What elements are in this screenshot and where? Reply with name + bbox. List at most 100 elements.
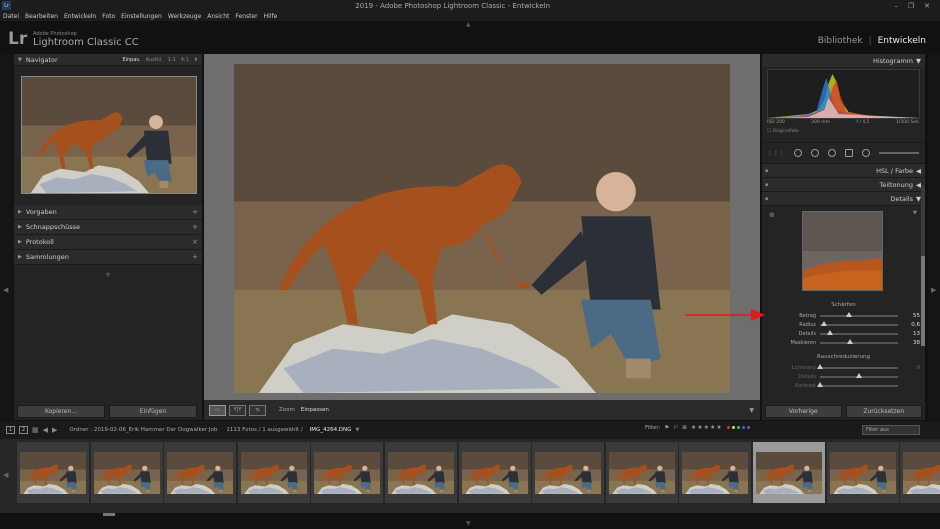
panel-toggle-icon[interactable]: ▪: [765, 182, 768, 188]
expand-triangle-icon[interactable]: ▶: [18, 254, 22, 260]
collapse-triangle-icon[interactable]: ▼: [18, 57, 22, 63]
before-after-icon[interactable]: Y|Y: [229, 404, 246, 416]
maximize-icon[interactable]: ❐: [908, 2, 914, 10]
spot-removal-icon[interactable]: [811, 149, 819, 157]
menu-hilfe[interactable]: Hilfe: [264, 13, 278, 20]
minimize-icon[interactable]: –: [894, 2, 898, 10]
zoom-4-1[interactable]: 4:1: [181, 57, 189, 63]
reset-button[interactable]: Zurücksetzen: [845, 404, 922, 418]
slider-track[interactable]: [820, 311, 898, 317]
filmstrip-thumbnail[interactable]: [90, 442, 163, 503]
copy-button[interactable]: Kopieren...: [17, 404, 105, 418]
second-window-icon[interactable]: 2: [19, 426, 28, 434]
slider-track[interactable]: [820, 372, 898, 378]
grid-view-icon[interactable]: ▦: [32, 426, 39, 434]
filmstrip-thumbnail[interactable]: [605, 442, 678, 503]
left-edge-bar[interactable]: ◀: [0, 54, 13, 420]
panel-toggle-icon[interactable]: ▪: [765, 196, 768, 202]
filmstrip-left-icon[interactable]: ◀: [3, 471, 8, 479]
original-photo-checkbox[interactable]: ☐ Originalfoto: [767, 129, 799, 134]
section-schnappschuesse[interactable]: ▶ Schnappschüsse +: [14, 220, 202, 235]
radial-filter-icon[interactable]: [862, 149, 870, 157]
slider-thumb[interactable]: [845, 311, 852, 317]
slider-thumb[interactable]: [846, 338, 853, 344]
brush-slider[interactable]: [879, 152, 919, 154]
section-protokoll[interactable]: ▶ Protokoll ×: [14, 235, 202, 250]
expand-triangle-icon[interactable]: ◀: [916, 167, 921, 175]
flag-filter-icon[interactable]: ⚑: [664, 425, 669, 431]
filmstrip-thumbnail[interactable]: [532, 442, 605, 503]
slider-value[interactable]: 13: [898, 331, 920, 337]
detail-target-icon[interactable]: ⊕: [769, 211, 775, 219]
navigator-preview[interactable]: [21, 76, 197, 194]
section-teiltonung[interactable]: ▪ Teiltonung ◀: [762, 178, 925, 192]
previous-button[interactable]: Vorherige: [765, 404, 842, 418]
slider-track[interactable]: [817, 381, 898, 387]
back-arrow-icon[interactable]: ◀: [43, 426, 48, 434]
zoom-stepper-icon[interactable]: ⬍: [194, 57, 198, 63]
slider-track[interactable]: [820, 320, 898, 326]
zoom-fill[interactable]: Ausfül.: [146, 57, 163, 63]
section-details[interactable]: ▪ Details ▼: [762, 192, 925, 206]
slider-track[interactable]: [817, 363, 898, 369]
detail-preview-toggle-icon[interactable]: ▼: [913, 210, 917, 216]
expand-triangle-icon[interactable]: ▶: [18, 224, 22, 230]
histogram-header[interactable]: Histogramm ▼: [762, 54, 925, 67]
menu-entwickeln[interactable]: Entwickeln: [64, 13, 96, 20]
slider-thumb[interactable]: [817, 381, 823, 387]
filmstrip-thumbnail[interactable]: [900, 442, 940, 503]
before-after-toggle-icon[interactable]: ⇆: [249, 404, 266, 416]
slider-thumb[interactable]: [820, 320, 827, 326]
menu-einstellungen[interactable]: Einstellungen: [121, 13, 162, 20]
expand-triangle-icon[interactable]: ▶: [18, 209, 22, 215]
filmstrip-thumbnail[interactable]: [237, 442, 310, 503]
filmstrip-thumbnail[interactable]: [679, 442, 752, 503]
main-window-icon[interactable]: 1: [6, 426, 15, 434]
filmstrip-thumbnail[interactable]: [17, 442, 89, 503]
navigator-header[interactable]: ▼ Navigator Einpas. Ausfül. 1:1 4:1 ⬍: [14, 54, 202, 66]
zoom-1-1[interactable]: 1:1: [168, 57, 176, 63]
section-vorgaben[interactable]: ▶ Vorgaben +: [14, 205, 202, 220]
filmstrip-thumbnail[interactable]: [826, 442, 899, 503]
collapse-triangle-icon[interactable]: ▼: [916, 57, 921, 65]
menu-fenster[interactable]: Fenster: [235, 13, 257, 20]
loupe-view-icon[interactable]: ▭: [209, 404, 226, 416]
histogram[interactable]: [767, 69, 920, 119]
graduated-filter-icon[interactable]: [845, 149, 853, 157]
menu-foto[interactable]: Foto: [102, 13, 115, 20]
add-icon[interactable]: +: [192, 223, 198, 231]
add-icon[interactable]: +: [192, 253, 198, 261]
red-eye-icon[interactable]: [828, 149, 836, 157]
menu-werkzeuge[interactable]: Werkzeuge: [168, 13, 201, 20]
yellow-label-icon[interactable]: [731, 426, 735, 429]
filmstrip-thumbnail[interactable]: [385, 442, 457, 503]
module-entwickeln[interactable]: Entwickeln: [878, 36, 926, 46]
red-label-icon[interactable]: [726, 426, 730, 429]
filmstrip-thumbnail[interactable]: [753, 442, 825, 503]
paste-button[interactable]: Einfügen: [109, 404, 197, 418]
slider-thumb[interactable]: [817, 363, 823, 369]
top-panel-toggle-icon[interactable]: ▲: [466, 21, 471, 28]
slider-value[interactable]: 55: [898, 313, 920, 319]
slider-thumb[interactable]: [856, 372, 862, 378]
slider-value[interactable]: 0: [898, 365, 921, 371]
filmstrip-thumbnail[interactable]: [311, 442, 384, 503]
right-panel-toggle-icon[interactable]: ▶: [931, 286, 936, 294]
menu-ansicht[interactable]: Ansicht: [207, 13, 229, 20]
current-file[interactable]: IMG_4264.DNG: [310, 427, 352, 433]
slider-value[interactable]: 38: [898, 340, 920, 346]
reject-filter-icon[interactable]: ⊠: [682, 425, 687, 431]
filmstrip-thumbnail[interactable]: [164, 442, 237, 503]
color-label-filter[interactable]: [726, 426, 750, 429]
left-panel-toggle-icon[interactable]: ◀: [3, 286, 8, 294]
main-photo[interactable]: [234, 64, 730, 393]
purple-label-icon[interactable]: [746, 426, 750, 429]
right-edge-bar[interactable]: ▶: [928, 54, 940, 420]
green-label-icon[interactable]: [736, 426, 740, 429]
slider-track[interactable]: [820, 338, 898, 344]
module-bibliothek[interactable]: Bibliothek: [818, 36, 863, 46]
unflag-filter-icon[interactable]: ⚐: [673, 425, 678, 431]
add-icon[interactable]: +: [192, 208, 198, 216]
detail-preview[interactable]: [802, 211, 883, 291]
section-sammlungen[interactable]: ▶ Sammlungen +: [14, 250, 202, 265]
